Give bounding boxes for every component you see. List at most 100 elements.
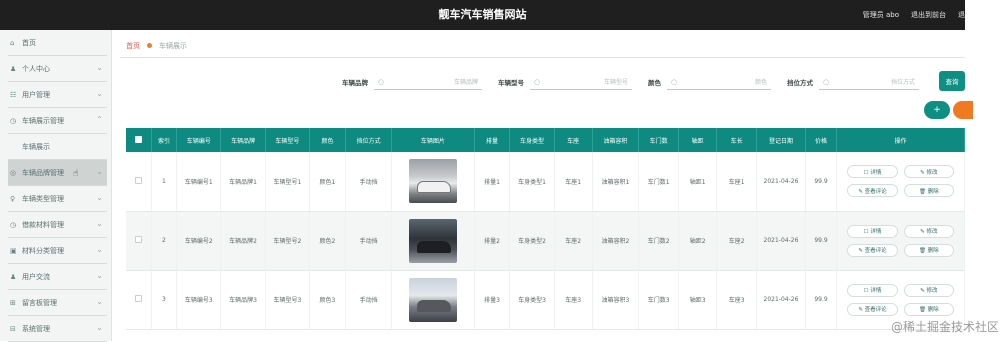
detail-button[interactable]: ☐ 详情 xyxy=(847,225,897,238)
search-icon: ○ xyxy=(378,78,384,86)
table-cell: 车门数3 xyxy=(639,270,679,329)
detail-button[interactable]: ☐ 详情 xyxy=(847,284,897,297)
detail-button[interactable]: ☐ 详情 xyxy=(847,165,897,178)
column-header: 油箱容积 xyxy=(592,128,638,152)
search-icon: ○ xyxy=(823,78,829,86)
logout-link[interactable]: 退 xyxy=(958,0,965,30)
table-cell: 排量3 xyxy=(474,270,510,329)
sidebar-item[interactable]: ⌂首页 xyxy=(8,30,107,56)
row-actions-cell: ☐ 详情 ✎ 修改 ✎ 查看评论 🗑 删除 xyxy=(837,152,965,211)
search-input-model[interactable]: ○车辆型号 xyxy=(530,74,632,90)
sidebar-item[interactable]: ⊟系统管理⌄ xyxy=(8,316,107,342)
sidebar-item[interactable]: ♟用户交流⌄ xyxy=(8,264,107,290)
table-cell: 99.9 xyxy=(805,152,837,211)
row-checkbox[interactable] xyxy=(135,177,142,184)
column-header: 车长 xyxy=(717,128,757,152)
car-shape xyxy=(417,181,451,193)
search-input-gear[interactable]: ○挡位方式 xyxy=(819,74,919,90)
checkbox-icon xyxy=(135,136,142,143)
delete-button[interactable]: 🗑 删除 xyxy=(904,184,954,197)
system-icon: ⊟ xyxy=(10,325,20,333)
top-header: 靓车汽车销售网站 管理员 abo 退出到前台 退 xyxy=(0,0,965,30)
table-cell: 2021-04-26 xyxy=(757,270,806,329)
mouse-cursor-icon: ☝ xyxy=(73,169,78,179)
car-image xyxy=(409,159,457,203)
sidebar-item[interactable]: ☷用户管理⌄ xyxy=(8,82,107,108)
breadcrumb-home[interactable]: 首页 xyxy=(126,41,140,51)
table-cell: 1 xyxy=(151,152,176,211)
row-actions-cell: ☐ 详情 ✎ 修改 ✎ 查看评论 🗑 删除 xyxy=(837,211,965,270)
sidebar-item[interactable]: ▣材料分类管理⌄ xyxy=(8,238,107,264)
batch-delete-button[interactable] xyxy=(953,101,973,119)
table-cell: 99.9 xyxy=(805,270,837,329)
view-comments-button[interactable]: ✎ 查看评论 xyxy=(847,244,897,257)
sidebar-item[interactable]: ♟个人中心⌄ xyxy=(8,56,107,82)
table-cell: 轴距2 xyxy=(679,211,717,270)
search-icon: ○ xyxy=(671,78,677,86)
chevron-down-icon: ⌄ xyxy=(96,245,103,254)
table-cell: 2 xyxy=(151,211,176,270)
admin-user-link[interactable]: 管理员 abo xyxy=(863,0,899,30)
column-header: 价格 xyxy=(805,128,837,152)
sidebar-subitem[interactable]: 车辆展示 xyxy=(8,134,107,160)
column-header: 轴距 xyxy=(679,128,717,152)
users-icon: ☷ xyxy=(10,91,20,99)
car-image xyxy=(409,219,457,263)
sidebar-item-label: 材料分类管理 xyxy=(22,246,64,256)
sidebar-item[interactable]: ◎车辆品牌管理⌄☝ xyxy=(8,160,107,186)
search-bar: 车辆品牌 ○车辆品牌 车辆型号 ○车辆型号 颜色 ○颜色 挡位方式 ○挡位方式 xyxy=(120,70,965,94)
chevron-down-icon: ⌄ xyxy=(96,219,103,228)
car-table: 索引车辆编号车辆品牌车辆型号颜色挡位方式车辆图片排量车身类型车座油箱容积车门数轴… xyxy=(126,128,965,330)
row-checkbox[interactable] xyxy=(135,295,142,302)
table-cell: 车辆品牌1 xyxy=(221,152,265,211)
clock-icon: ◷ xyxy=(10,221,20,229)
table-cell: 手动挡 xyxy=(345,152,391,211)
column-header: 排量 xyxy=(474,128,510,152)
table-cell: 车座3 xyxy=(554,270,592,329)
grid-icon: ⊞ xyxy=(10,299,20,307)
table-header-row: 索引车辆编号车辆品牌车辆型号颜色挡位方式车辆图片排量车身类型车座油箱容积车门数轴… xyxy=(126,128,965,152)
page-edge xyxy=(965,0,1007,341)
table-cell: 轴距1 xyxy=(679,152,717,211)
table-cell: 车身类型2 xyxy=(510,211,554,270)
exit-to-frontend-link[interactable]: 退出到前台 xyxy=(911,0,946,30)
chevron-down-icon: ⌄ xyxy=(96,89,103,98)
home-icon: ⌂ xyxy=(10,39,20,47)
sidebar-item[interactable]: ◷借款材料管理 ⌄ xyxy=(8,212,107,238)
sidebar-item-label: 用户交流 xyxy=(22,272,50,282)
view-comments-button[interactable]: ✎ 查看评论 xyxy=(847,303,897,316)
sidebar-item-label: 借款材料管理 xyxy=(22,220,64,230)
chevron-up-icon: ⌃ xyxy=(96,115,103,124)
select-all-checkbox[interactable] xyxy=(126,128,151,152)
edit-button[interactable]: ✎ 修改 xyxy=(904,165,954,178)
car-image-cell xyxy=(392,270,474,329)
sidebar-item-label: 车辆展示 xyxy=(22,142,50,152)
delete-button[interactable]: 🗑 删除 xyxy=(904,303,954,316)
car-image xyxy=(409,278,457,322)
add-button[interactable]: + xyxy=(924,101,950,119)
view-comments-button[interactable]: ✎ 查看评论 xyxy=(847,184,897,197)
sidebar-item[interactable]: ⊞留言板管理⌄ xyxy=(8,290,107,316)
table-cell: 颜色2 xyxy=(310,211,346,270)
edit-button[interactable]: ✎ 修改 xyxy=(904,225,954,238)
sidebar-item[interactable]: ◷车辆展示管理⌃ xyxy=(8,108,107,134)
chevron-down-icon: ⌄ xyxy=(96,63,103,72)
table-cell: 车辆品牌2 xyxy=(221,211,265,270)
delete-button[interactable]: 🗑 删除 xyxy=(904,244,954,257)
row-checkbox[interactable] xyxy=(135,236,142,243)
table-cell: 车身类型1 xyxy=(510,152,554,211)
table-cell: 车门数1 xyxy=(639,152,679,211)
table-cell: 油箱容积1 xyxy=(592,152,638,211)
search-input-brand[interactable]: ○车辆品牌 xyxy=(374,74,482,90)
sidebar-item[interactable]: ♀车辆类型管理⌄ xyxy=(8,186,107,212)
column-header: 登记日期 xyxy=(757,128,806,152)
car-shape xyxy=(417,241,451,253)
sidebar-item-label: 首页 xyxy=(22,38,36,48)
edit-button[interactable]: ✎ 修改 xyxy=(904,284,954,297)
search-input-color[interactable]: ○颜色 xyxy=(667,74,771,90)
sidebar-item-label: 留言板管理 xyxy=(22,298,57,308)
table-cell: 车座1 xyxy=(717,152,757,211)
table-cell: 排量1 xyxy=(474,152,510,211)
search-button[interactable]: 查询 xyxy=(939,71,965,91)
table-cell: 车辆编号1 xyxy=(177,152,221,211)
